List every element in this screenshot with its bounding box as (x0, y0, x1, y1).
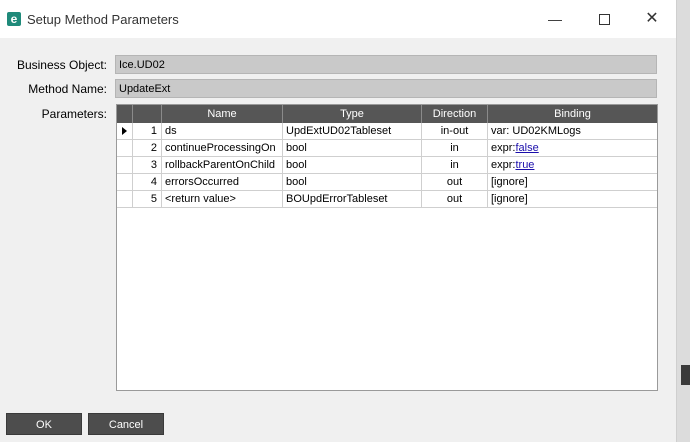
param-name-cell[interactable]: continueProcessingOn (162, 140, 283, 156)
method-name-label: Method Name: (28, 82, 107, 96)
param-type-cell[interactable]: bool (283, 174, 422, 190)
param-name-cell[interactable]: <return value> (162, 191, 283, 207)
param-direction-cell[interactable]: out (422, 174, 488, 190)
column-header-direction[interactable]: Direction (422, 105, 488, 123)
table-row[interactable]: 1 ds UpdExtUD02Tableset in-out var: UD02KMLo… (117, 123, 657, 140)
cancel-button[interactable]: Cancel (88, 413, 164, 435)
setup-method-parameters-dialog: e Setup Method Parameters — ✕ Business O… (0, 0, 677, 442)
row-number: 1 (133, 123, 162, 139)
row-indicator-cell[interactable] (117, 191, 133, 207)
background-bar (681, 365, 690, 385)
parameters-label: Parameters: (41, 107, 107, 121)
business-object-label: Business Object: (16, 58, 107, 72)
binding-text: var: UD02KMLogs (491, 125, 581, 137)
binding-link[interactable]: true (515, 159, 534, 171)
ok-button[interactable]: OK (6, 413, 82, 435)
background-window-edge (677, 0, 690, 442)
minimize-button[interactable]: — (543, 8, 567, 30)
table-row[interactable]: 2 continueProcessingOn bool in expr:false (117, 140, 657, 157)
column-header-type[interactable]: Type (283, 105, 422, 123)
current-row-arrow-icon (122, 127, 127, 135)
param-binding-cell[interactable]: [ignore] (488, 191, 657, 207)
param-binding-cell[interactable]: [ignore] (488, 174, 657, 190)
method-name-field: UpdateExt (115, 79, 657, 98)
row-indicator-cell[interactable] (117, 140, 133, 156)
param-direction-cell[interactable]: out (422, 191, 488, 207)
maximize-button[interactable] (592, 8, 616, 30)
param-direction-cell[interactable]: in (422, 140, 488, 156)
param-name-cell[interactable]: ds (162, 123, 283, 139)
table-row[interactable]: 4 errorsOccurred bool out [ignore] (117, 174, 657, 191)
param-direction-cell[interactable]: in-out (422, 123, 488, 139)
param-name-cell[interactable]: errorsOccurred (162, 174, 283, 190)
binding-text: [ignore] (491, 176, 528, 188)
param-type-cell[interactable]: bool (283, 140, 422, 156)
column-header-binding[interactable]: Binding (488, 105, 657, 123)
row-number: 5 (133, 191, 162, 207)
window-title: Setup Method Parameters (27, 12, 179, 27)
binding-text: [ignore] (491, 193, 528, 205)
header-indicator-cell (117, 105, 133, 123)
param-binding-cell[interactable]: expr:false (488, 140, 657, 156)
binding-text: expr: (491, 142, 516, 154)
business-object-field: Ice.UD02 (115, 55, 657, 74)
parameters-grid[interactable]: Name Type Direction Binding 1 ds UpdExtUD0… (116, 104, 658, 391)
param-binding-cell[interactable]: expr:true (488, 157, 657, 173)
row-number: 3 (133, 157, 162, 173)
epicor-e-icon: e (7, 12, 21, 26)
binding-link[interactable]: false (515, 142, 538, 154)
header-number-cell (133, 105, 162, 123)
maximize-icon (598, 14, 610, 25)
row-indicator-cell[interactable] (117, 157, 133, 173)
table-row[interactable]: 3 rollbackParentOnChild bool in expr:true (117, 157, 657, 174)
column-header-name[interactable]: Name (162, 105, 283, 123)
title-bar: e Setup Method Parameters — ✕ (0, 0, 676, 38)
close-button[interactable]: ✕ (640, 8, 664, 30)
param-direction-cell[interactable]: in (422, 157, 488, 173)
param-type-cell[interactable]: BOUpdErrorTableset (283, 191, 422, 207)
grid-header: Name Type Direction Binding (117, 105, 657, 123)
row-number: 4 (133, 174, 162, 190)
param-binding-cell[interactable]: var: UD02KMLogs (488, 123, 657, 139)
param-type-cell[interactable]: bool (283, 157, 422, 173)
row-indicator-cell[interactable] (117, 174, 133, 190)
row-number: 2 (133, 140, 162, 156)
param-type-cell[interactable]: UpdExtUD02Tableset (283, 123, 422, 139)
binding-text: expr: (491, 159, 516, 171)
row-indicator-cell[interactable] (117, 123, 133, 139)
table-row[interactable]: 5 <return value> BOUpdErrorTableset out [ign… (117, 191, 657, 208)
param-name-cell[interactable]: rollbackParentOnChild (162, 157, 283, 173)
